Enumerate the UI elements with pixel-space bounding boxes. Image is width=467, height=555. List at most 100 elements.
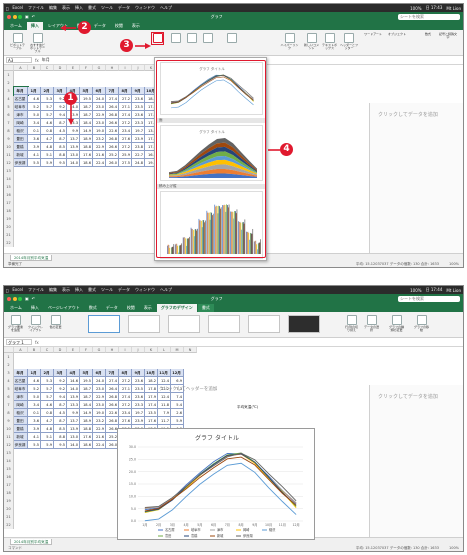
window-controls[interactable] (7, 296, 22, 301)
save-icon[interactable]: ▣ (25, 296, 29, 301)
table-cell[interactable]: 稲沢 (14, 409, 28, 417)
table-header-cell[interactable]: 5月 (80, 87, 93, 95)
table-header-cell[interactable]: 年月 (14, 369, 28, 377)
row-header[interactable]: 19 (4, 215, 14, 223)
table-cell[interactable]: 0.1 (28, 127, 41, 135)
table-cell[interactable]: 4.6 (41, 401, 54, 409)
table-header-cell[interactable]: 4月 (67, 369, 80, 377)
menu-4[interactable]: 挿入 (75, 287, 83, 293)
menu-3[interactable]: 表示 (62, 5, 70, 11)
row-header[interactable]: 14 (4, 175, 14, 183)
table-cell[interactable]: 5.7 (41, 385, 54, 393)
search-input[interactable]: シートを検索 (398, 295, 461, 302)
table-cell[interactable]: 18.2 (145, 377, 158, 385)
table-cell[interactable]: 22.4 (93, 159, 106, 167)
row-header[interactable]: 18 (4, 207, 14, 215)
table-cell[interactable]: 5.5 (28, 159, 41, 167)
tab-7[interactable]: グラフのデザイン (156, 304, 197, 312)
apple-icon[interactable]:  (6, 6, 8, 11)
table-cell[interactable]: 23.0 (93, 119, 106, 127)
chart-style-4[interactable] (208, 315, 240, 333)
table-cell[interactable]: 13.0 (67, 151, 80, 159)
table-cell[interactable]: 19.0 (93, 409, 106, 417)
tab-5[interactable]: 校閲 (111, 22, 127, 30)
table-cell[interactable]: 8.5 (54, 425, 67, 433)
row-header[interactable]: 4 (4, 95, 14, 103)
table-cell[interactable]: 14.0 (67, 441, 80, 449)
table-header-cell[interactable]: 11月 (158, 369, 171, 377)
table-cell[interactable]: 19.7 (132, 409, 145, 417)
table-cell[interactable]: 27.2 (119, 143, 132, 151)
apple-icon[interactable]:  (6, 288, 8, 293)
sparkline-button[interactable] (226, 33, 237, 44)
table-cell[interactable]: 13.9 (67, 143, 80, 151)
table-cell[interactable]: 3.9 (28, 425, 41, 433)
row-header[interactable]: 17 (4, 199, 14, 207)
table-cell[interactable]: 23.5 (132, 103, 145, 111)
table-cell[interactable]: 18.8 (80, 143, 93, 151)
table-cell[interactable]: 0.8 (41, 409, 54, 417)
table-cell[interactable]: 名古屋 (14, 95, 28, 103)
table-cell[interactable]: 17.4 (145, 401, 158, 409)
table-cell[interactable]: 9.9 (67, 127, 80, 135)
table-header-cell[interactable]: 8月 (119, 87, 132, 95)
table-cell[interactable]: 9.5 (54, 441, 67, 449)
table-cell[interactable]: 22.9 (93, 393, 106, 401)
table-cell[interactable]: 27.4 (119, 393, 132, 401)
line-chart[interactable]: グラフ タイトル 30.0 25.0 20.0 15.0 10.0 5.0 0.0 1月 2月 3月… (117, 428, 315, 540)
table-cell[interactable]: 5.5 (28, 441, 41, 449)
menu-5[interactable]: 書式 (88, 287, 96, 293)
column-header[interactable]: I (119, 347, 132, 353)
table-cell[interactable]: 25.2 (106, 151, 119, 159)
quick-layout-button[interactable]: クイックレイアウト (28, 315, 43, 332)
select-data-button[interactable]: データの選択 (364, 315, 379, 332)
wordart-button[interactable]: ワードアート (362, 32, 384, 36)
chart-style-2[interactable] (128, 315, 160, 333)
table-cell[interactable]: 22.9 (93, 111, 106, 119)
table-cell[interactable]: 8.7 (54, 417, 67, 425)
chart-style-3[interactable] (168, 315, 200, 333)
table-header-cell[interactable]: 7月 (106, 87, 119, 95)
name-box[interactable]: グラフ 1 (6, 339, 32, 345)
menu-2[interactable]: 編集 (49, 5, 57, 11)
menu-1[interactable]: ファイル (28, 287, 44, 293)
add-chart-element-button[interactable]: グラフ要素を追加 (8, 315, 23, 332)
table-cell[interactable]: 11.8 (158, 401, 171, 409)
column-header[interactable]: K (145, 347, 158, 353)
row-header[interactable]: 11 (4, 433, 14, 441)
table-header-cell[interactable]: 2月 (41, 87, 54, 95)
table-header-cell[interactable]: 9月 (132, 369, 145, 377)
table-header-cell[interactable]: 年月 (13, 86, 29, 96)
table-cell[interactable]: 豊田 (14, 135, 28, 143)
row-header[interactable]: 10 (4, 425, 14, 433)
table-cell[interactable]: 5.9 (171, 417, 184, 425)
table-cell[interactable]: 17.6 (80, 151, 93, 159)
tab-5[interactable]: 校閲 (123, 304, 139, 312)
table-cell[interactable]: 26.8 (106, 393, 119, 401)
table-cell[interactable]: 5.9 (41, 441, 54, 449)
table-cell[interactable]: 9.4 (54, 393, 67, 401)
table-cell[interactable]: 5.2 (28, 385, 41, 393)
table-header-cell[interactable]: 6月 (93, 369, 106, 377)
table-cell[interactable]: 9.9 (67, 409, 80, 417)
table-cell[interactable]: 岡崎 (14, 401, 28, 409)
table-cell[interactable]: 12.4 (158, 393, 171, 401)
table-cell[interactable]: 27.5 (119, 159, 132, 167)
tab-6[interactable]: 表示 (128, 22, 144, 30)
row-header[interactable]: 7 (4, 119, 14, 127)
table-cell[interactable]: 23.0 (93, 401, 106, 409)
table-cell[interactable]: 23.9 (132, 417, 145, 425)
move-chart-button[interactable]: グラフの移動 (414, 315, 429, 332)
table-cell[interactable]: 6.9 (171, 377, 184, 385)
table-cell[interactable]: 17.6 (80, 433, 93, 441)
page-layout-pane[interactable]: クリックしてデータを追加 (369, 385, 463, 539)
table-cell[interactable]: 23.6 (132, 111, 145, 119)
table-cell[interactable]: 13.3 (67, 119, 80, 127)
tab-0[interactable]: ホーム (6, 22, 26, 30)
tab-1[interactable]: 挿入 (26, 22, 43, 30)
table-cell[interactable]: 豊橋 (14, 143, 28, 151)
equation-button[interactable]: 数式 (422, 32, 434, 36)
table-cell[interactable]: 27.2 (119, 377, 132, 385)
column-header[interactable]: A (14, 347, 28, 353)
table-cell[interactable]: 23.0 (93, 103, 106, 111)
